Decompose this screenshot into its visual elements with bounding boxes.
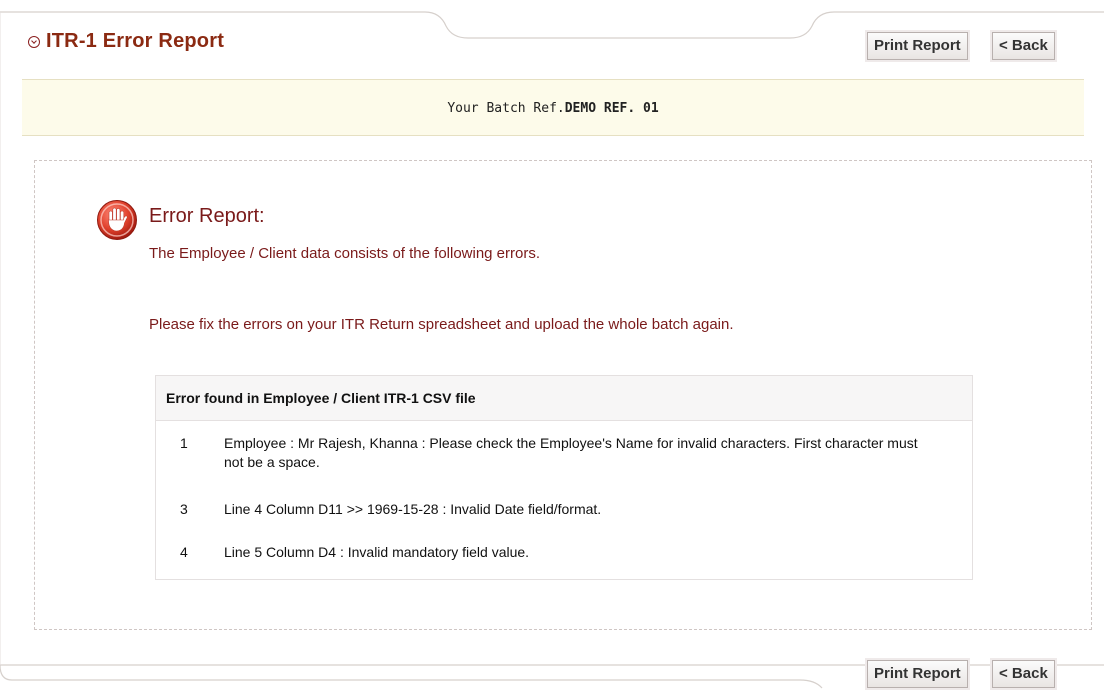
- row-message: Line 4 Column D11 >> 1969-15-28 : Invali…: [224, 501, 602, 517]
- error-report-subtitle: The Employee / Client data consists of t…: [149, 245, 541, 262]
- print-report-button-top[interactable]: Print Report: [865, 30, 970, 62]
- row-number: 3: [180, 501, 188, 517]
- page-title: ITR-1 Error Report: [46, 30, 225, 52]
- error-table: Error found in Employee / Client ITR-1 C…: [155, 375, 973, 580]
- back-button-bottom[interactable]: < Back: [990, 658, 1057, 690]
- batch-ref-prefix: Your Batch Ref.: [447, 101, 565, 116]
- batch-ref-banner: Your Batch Ref.DEMO REF. 01: [22, 79, 1084, 136]
- error-table-header: Error found in Employee / Client ITR-1 C…: [156, 376, 972, 421]
- error-report-instruction: Please fix the errors on your ITR Return…: [149, 316, 734, 333]
- error-report-heading: Error Report:: [149, 205, 265, 227]
- page-header: ITR-1 Error Report: [28, 30, 224, 53]
- row-message: Employee : Mr Rajesh, Khanna : Please ch…: [224, 435, 918, 470]
- table-row: 1 Employee : Mr Rajesh, Khanna : Please …: [156, 434, 972, 472]
- stop-hand-icon: [97, 200, 137, 240]
- row-message: Line 5 Column D4 : Invalid mandatory fie…: [224, 544, 530, 560]
- row-number: 1: [180, 435, 188, 451]
- table-row: 3 Line 4 Column D11 >> 1969-15-28 : Inva…: [156, 500, 972, 519]
- print-report-button-bottom[interactable]: Print Report: [865, 658, 970, 690]
- back-button-top[interactable]: < Back: [990, 30, 1057, 62]
- batch-ref-value: DEMO REF. 01: [564, 101, 659, 116]
- report-page: ITR-1 Error Report Print Report < Back Y…: [0, 0, 1104, 692]
- circle-arrow-icon: [28, 35, 40, 48]
- table-row: 4 Line 5 Column D4 : Invalid mandatory f…: [156, 543, 972, 562]
- row-number: 4: [180, 544, 188, 560]
